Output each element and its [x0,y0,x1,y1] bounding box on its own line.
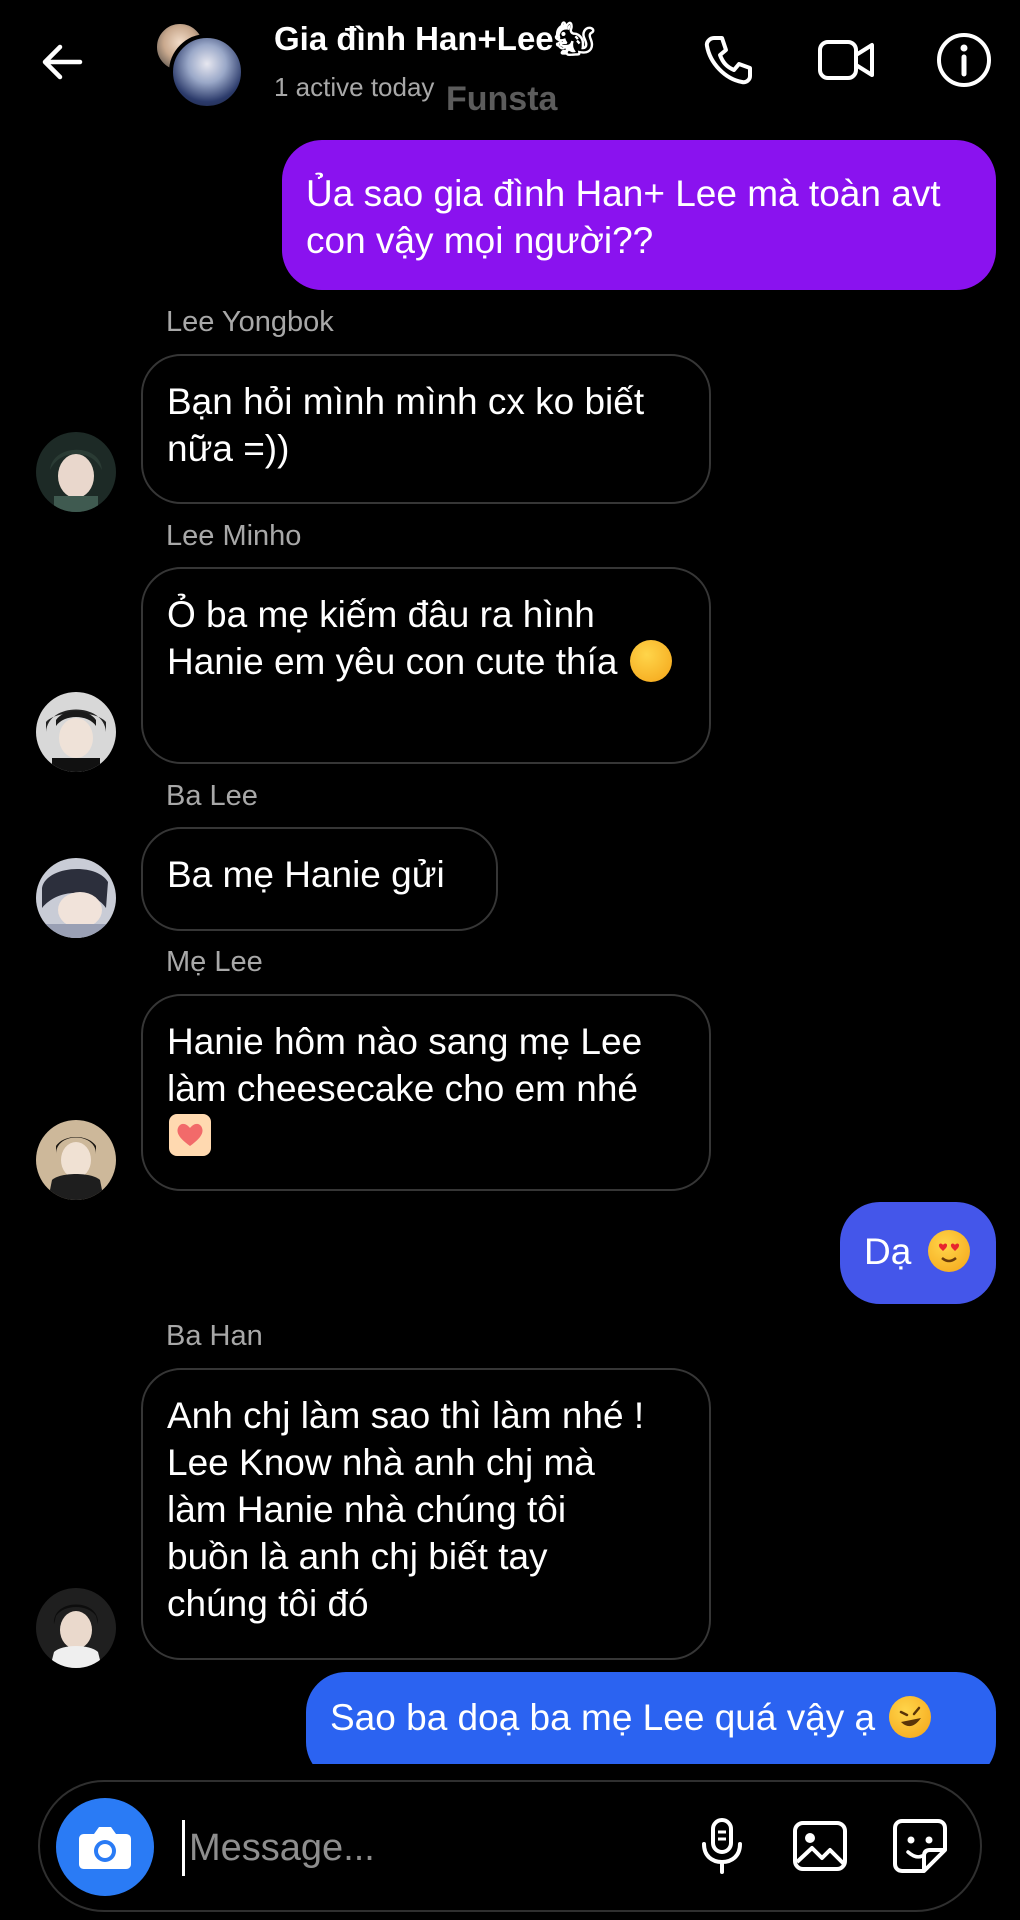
sender-name: Mẹ Lee [166,946,263,978]
back-button[interactable] [38,38,86,86]
gallery-button[interactable] [788,1814,852,1878]
incoming-message[interactable]: Hanie hôm nào sang mẹ Lee làm cheesecake… [141,994,711,1191]
avatar[interactable] [36,692,116,772]
phone-icon [704,36,752,85]
sender-name: Ba Han [166,1320,263,1352]
message-composer [38,1780,982,1912]
avatar[interactable] [36,858,116,938]
sender-name: Lee Minho [166,520,302,552]
avatar-photo [36,432,116,512]
camera-icon [79,1827,131,1869]
gallery-icon [793,1821,847,1871]
avatar[interactable] [36,432,116,512]
conversation-info-button[interactable] [934,30,994,90]
sender-name: Lee Yongbok [166,306,334,338]
message-text: Anh chj làm sao thì làm nhé ! Lee Know n… [167,1395,645,1624]
incoming-message[interactable]: Ỏ ba mẹ kiếm đâu ra hình Hanie em yêu co… [141,567,711,764]
avatar[interactable] [36,1588,116,1668]
active-status: 1 active today [274,72,435,102]
incoming-message[interactable]: Bạn hỏi mình mình cx ko biết nữa =)) [141,354,711,504]
incoming-message[interactable]: Ba mẹ Hanie gửi [141,827,498,931]
chat-header: Gia đình Han+Lee🐿 1 active today Funsta [0,0,1020,125]
back-arrow-icon [42,44,83,80]
chat-title[interactable]: Gia đình Han+Lee🐿 [274,20,596,59]
incoming-message[interactable]: Anh chj làm sao thì làm nhé ! Lee Know n… [141,1368,711,1660]
message-text: Ỏ ba mẹ kiếm đâu ra hình Hanie em yêu co… [167,594,618,682]
camera-button[interactable] [56,1798,154,1896]
avatar-photo [36,858,116,938]
message-clip: Sao ba doạ ba mẹ Lee quá vậy ạ [0,1660,1020,1764]
watermark: Funsta [446,80,558,118]
heart-eyes-cat-icon [927,1230,970,1272]
microphone-icon [702,1818,742,1874]
voice-call-button[interactable] [698,30,758,90]
smirk-face-icon [629,640,672,682]
group-avatar[interactable] [155,22,245,110]
video-camera-icon [818,40,874,80]
message-text: Sao ba doạ ba mẹ Lee quá vậy ạ [330,1697,876,1738]
sticker-icon [893,1819,947,1873]
avatar-photo [36,1120,116,1200]
rofl-face-icon [889,1696,932,1738]
message-text: Ba mẹ Hanie gửi [167,854,445,895]
message-text: Hanie hôm nào sang mẹ Lee làm cheesecake… [167,1021,643,1109]
heart-hands-icon [169,1114,211,1156]
voice-message-button[interactable] [690,1814,754,1878]
outgoing-message[interactable]: Ủa sao gia đình Han+ Lee mà toàn avt con… [282,140,996,290]
sticker-button[interactable] [888,1814,952,1878]
sender-name: Ba Lee [166,780,258,812]
message-text: Ủa sao gia đình Han+ Lee mà toàn avt con… [306,173,941,261]
message-text: Dạ [864,1231,912,1272]
avatar[interactable] [36,1120,116,1200]
video-call-button[interactable] [816,30,876,90]
avatar-photo [36,1588,116,1668]
member-avatar [169,34,245,110]
message-text: Bạn hỏi mình mình cx ko biết nữa =)) [167,381,645,469]
avatar-photo [36,692,116,772]
outgoing-message[interactable]: Dạ [840,1202,996,1304]
info-icon [937,33,991,87]
message-input[interactable] [182,1820,591,1876]
outgoing-message[interactable]: Sao ba doạ ba mẹ Lee quá vậy ạ [306,1672,996,1764]
